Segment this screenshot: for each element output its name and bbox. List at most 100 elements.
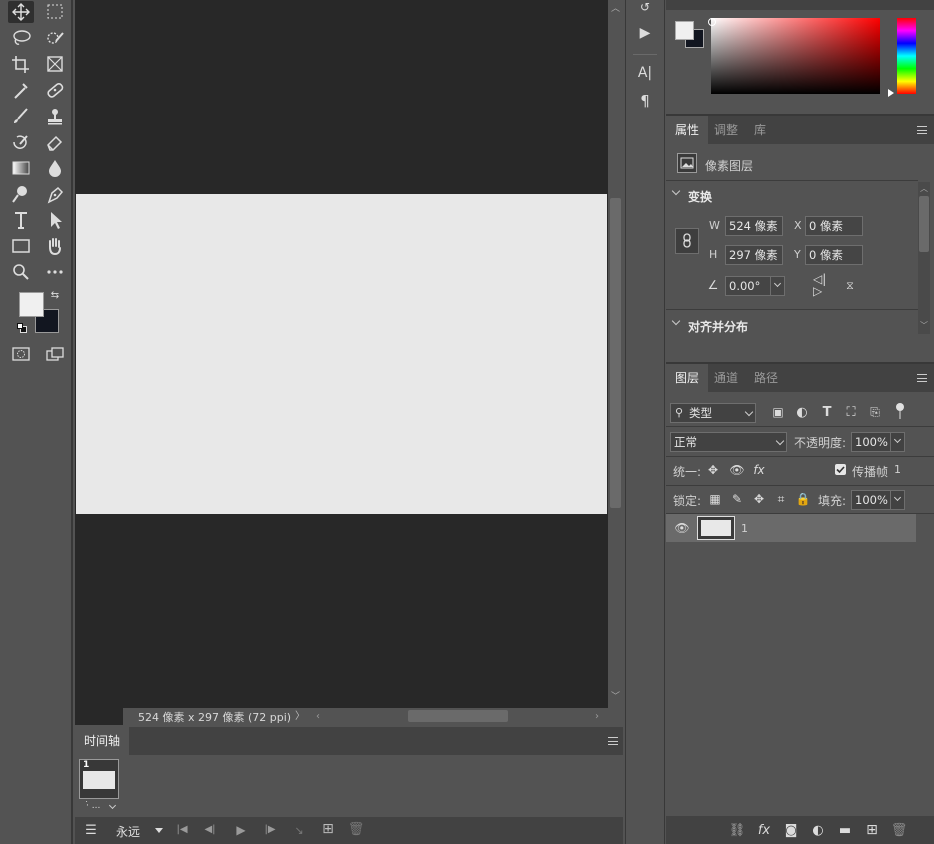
opacity-field[interactable]: 100% xyxy=(851,432,905,452)
scroll-up-icon[interactable]: ︿ xyxy=(609,4,622,14)
loop-dropdown-icon[interactable] xyxy=(155,828,163,833)
properties-scroll-up-icon[interactable]: ︿ xyxy=(918,184,930,194)
brush-tool[interactable] xyxy=(8,105,34,127)
blend-mode-select[interactable]: 正常 xyxy=(670,432,787,452)
character-panel-icon[interactable]: A| xyxy=(636,64,654,82)
vertical-scroll-thumb[interactable] xyxy=(610,198,621,508)
document-canvas[interactable] xyxy=(76,194,607,514)
tween-icon[interactable]: ↘ xyxy=(292,823,306,837)
convert-timeline-icon[interactable]: ☰ xyxy=(83,822,99,838)
delete-frame-icon[interactable]: 🗑 xyxy=(348,822,365,836)
layer-style-icon[interactable]: fx xyxy=(755,822,773,838)
lock-pixels-icon[interactable]: ✎ xyxy=(729,491,745,507)
rectangle-tool[interactable] xyxy=(8,235,34,257)
properties-scroll-down-icon[interactable]: ﹀ xyxy=(918,321,930,331)
paragraph-panel-icon[interactable]: ¶ xyxy=(636,92,654,110)
propagate-checkbox[interactable] xyxy=(835,464,846,475)
scroll-right-icon[interactable]: › xyxy=(592,710,602,723)
eyedropper-tool[interactable] xyxy=(8,79,34,101)
first-frame-icon[interactable]: |◀ xyxy=(175,823,189,837)
lasso-tool[interactable] xyxy=(8,27,34,49)
lock-position-icon[interactable]: ✥ xyxy=(751,491,767,507)
screen-mode-tool[interactable] xyxy=(42,343,68,365)
type-tool[interactable] xyxy=(8,209,34,231)
actions-panel-icon[interactable]: ▶ xyxy=(637,24,653,42)
lock-all-icon[interactable]: 🔒 xyxy=(795,491,811,507)
prev-frame-icon[interactable]: ◀| xyxy=(203,823,217,837)
new-frame-icon[interactable]: ⊞ xyxy=(321,822,335,836)
filter-shape-icon[interactable]: ⛶ xyxy=(843,404,859,420)
timeline-menu-icon[interactable] xyxy=(608,737,618,745)
status-menu-arrow-icon[interactable]: 〉 xyxy=(295,710,305,723)
lock-transparency-icon[interactable]: ▦ xyxy=(707,491,723,507)
filter-type-icon[interactable]: T xyxy=(819,404,835,420)
scroll-left-icon[interactable]: ‹ xyxy=(313,710,323,723)
add-mask-icon[interactable]: ◙ xyxy=(782,822,800,838)
play-icon[interactable]: ▶ xyxy=(234,823,248,837)
crop-tool[interactable] xyxy=(8,53,34,75)
tab-libraries[interactable]: 库 xyxy=(745,116,775,144)
loop-option[interactable]: 永远 xyxy=(116,823,140,840)
hand-tool[interactable] xyxy=(42,235,68,257)
lock-artboard-icon[interactable]: ⌗ xyxy=(773,491,789,507)
history-brush-tool[interactable] xyxy=(8,131,34,153)
hue-slider[interactable] xyxy=(897,18,916,94)
hue-slider-handle[interactable] xyxy=(888,89,894,97)
stamp-tool[interactable] xyxy=(42,105,68,127)
history-panel-icon[interactable]: ↺ xyxy=(637,0,653,14)
layers-menu-icon[interactable] xyxy=(917,374,927,382)
next-frame-icon[interactable]: |▶ xyxy=(263,823,277,837)
color-picker-handle[interactable] xyxy=(708,18,716,26)
angle-dropdown[interactable] xyxy=(770,277,784,295)
zoom-tool[interactable] xyxy=(8,261,34,283)
marquee-tool[interactable] xyxy=(42,1,68,23)
transform-section-title[interactable]: 变换 xyxy=(688,188,712,205)
height-field[interactable]: 297 像素 xyxy=(725,245,783,265)
eye-visibility-icon[interactable]: 👁 xyxy=(674,521,690,535)
horizontal-scroll-thumb[interactable] xyxy=(408,710,508,722)
pen-tool[interactable] xyxy=(42,183,68,205)
new-group-icon[interactable]: ▬ xyxy=(836,822,854,838)
path-select-tool[interactable] xyxy=(42,209,68,231)
unify-style-icon[interactable]: fx xyxy=(750,462,768,478)
default-colors-icon[interactable] xyxy=(17,323,27,333)
more-tools-button[interactable] xyxy=(42,261,68,283)
frame-tool[interactable] xyxy=(42,53,68,75)
quick-select-tool[interactable] xyxy=(42,27,68,49)
link-layers-icon[interactable]: ⛓ xyxy=(728,822,746,838)
move-tool[interactable] xyxy=(8,1,34,23)
tab-paths[interactable]: 路径 xyxy=(745,364,787,392)
fill-dropdown[interactable] xyxy=(890,491,904,509)
width-field[interactable]: 524 像素 xyxy=(725,216,783,236)
color-fg-swatch[interactable] xyxy=(675,21,694,40)
adjustment-layer-icon[interactable]: ◐ xyxy=(809,822,827,838)
align-section-title[interactable]: 对齐并分布 xyxy=(688,318,748,335)
properties-menu-icon[interactable] xyxy=(917,126,927,134)
scroll-down-icon[interactable]: ﹀ xyxy=(609,692,622,702)
angle-field[interactable]: 0.00° xyxy=(725,276,785,296)
properties-scroll-thumb[interactable] xyxy=(919,196,929,252)
link-dimensions-button[interactable] xyxy=(675,228,699,254)
opacity-dropdown[interactable] xyxy=(890,433,904,451)
quick-mask-tool[interactable] xyxy=(8,343,34,365)
gradient-tool[interactable] xyxy=(8,157,34,179)
foreground-color-swatch[interactable] xyxy=(19,292,44,317)
unify-position-icon[interactable]: ✥ xyxy=(704,462,722,478)
layer-name[interactable]: 1 xyxy=(741,522,748,535)
y-field[interactable]: 0 像素 xyxy=(805,245,863,265)
fill-field[interactable]: 100% xyxy=(851,490,905,510)
layers-scrollbar[interactable] xyxy=(916,514,934,816)
frame-delay[interactable]: ·̇ ... xyxy=(86,801,100,811)
swap-colors-icon[interactable]: ⇆ xyxy=(49,290,61,302)
dodge-tool[interactable] xyxy=(8,183,34,205)
flip-vertical-icon[interactable]: ⧖ xyxy=(841,277,859,293)
tab-layers[interactable]: 图层 xyxy=(666,364,709,392)
x-field[interactable]: 0 像素 xyxy=(805,216,863,236)
tab-properties[interactable]: 属性 xyxy=(666,116,709,144)
layer-thumbnail[interactable] xyxy=(697,516,735,540)
tab-channels[interactable]: 通道 xyxy=(705,364,747,392)
filter-toggle-icon[interactable] xyxy=(896,403,904,411)
delete-layer-icon[interactable]: 🗑 xyxy=(890,822,908,838)
eraser-tool[interactable] xyxy=(42,131,68,153)
new-layer-icon[interactable]: ⊞ xyxy=(863,822,881,838)
